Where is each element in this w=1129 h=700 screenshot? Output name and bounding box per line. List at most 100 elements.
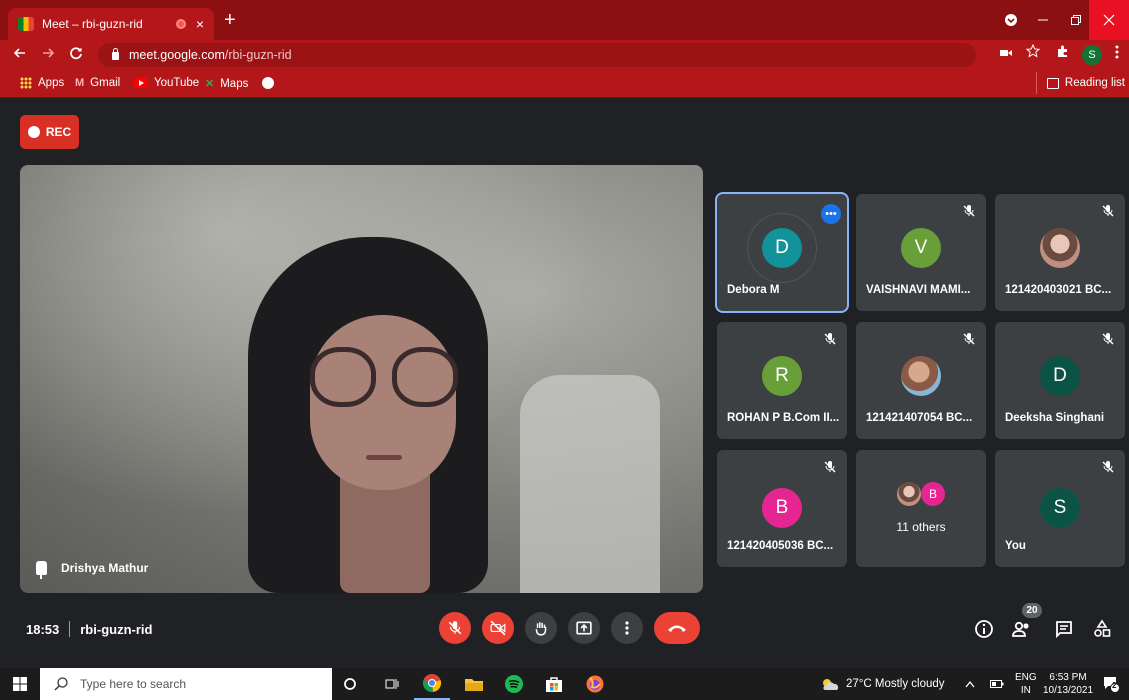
camera-in-use-icon[interactable] (1000, 46, 1012, 61)
start-button[interactable] (0, 668, 40, 700)
participant-tile[interactable]: 121420403021 BC... (995, 194, 1125, 311)
meeting-details: 18:53 rbi-guzn-rid (26, 621, 152, 637)
file-explorer-app[interactable] (456, 668, 492, 700)
profile-photo (897, 482, 921, 506)
new-tab-button[interactable]: + (224, 10, 236, 30)
url-path: /rbi-guzn-rid (224, 48, 292, 62)
firefox-app[interactable] (577, 668, 613, 700)
others-tile[interactable]: B 11 others (856, 450, 986, 567)
battery-tray-icon[interactable] (990, 668, 1004, 700)
mic-toggle-button[interactable] (439, 612, 471, 644)
clock-time: 6:53 PM (1049, 672, 1087, 683)
action-center-button[interactable]: 2 (1102, 668, 1120, 700)
lock-icon (112, 48, 119, 60)
mic-off-icon (963, 205, 975, 217)
task-view-icon (385, 679, 399, 689)
reload-button[interactable] (64, 46, 88, 64)
store-app[interactable] (536, 668, 572, 700)
system-clock[interactable]: 6:53 PM 10/13/2021 (1043, 671, 1093, 697)
url-host: meet.google.com (129, 48, 225, 62)
mic-off-icon (963, 333, 975, 345)
clock-date: 10/13/2021 (1043, 685, 1094, 696)
recording-indicator-icon (175, 19, 186, 29)
participant-tile[interactable]: R ROHAN P B.Com II... (717, 322, 847, 439)
firefox-icon (586, 675, 604, 693)
mic-off-icon (1102, 333, 1114, 345)
spotify-app[interactable] (496, 668, 532, 700)
address-bar[interactable]: meet.google.com/rbi-guzn-rid (98, 43, 976, 67)
notification-count: 2 (1112, 681, 1117, 690)
info-icon[interactable] (974, 619, 994, 639)
raise-hand-button[interactable] (525, 612, 557, 644)
activities-icon[interactable] (1092, 619, 1112, 639)
main-speaker-name: Drishya Mathur (61, 561, 149, 575)
reading-list-label: Reading list (1064, 77, 1125, 89)
bookmark-globe[interactable] (262, 77, 280, 89)
bookmark-youtube[interactable]: YouTube (134, 77, 199, 89)
meeting-time: 18:53 (26, 621, 60, 637)
cortana-button[interactable] (332, 668, 368, 700)
forward-button[interactable] (36, 46, 60, 64)
participant-tile[interactable]: B 121420405036 BC... (717, 450, 847, 567)
windows-taskbar: Type here to search 27°C Mostly cloudy E… (0, 668, 1129, 700)
chat-icon[interactable] (1054, 619, 1074, 639)
meet-favicon-icon (18, 17, 34, 31)
camera-toggle-button[interactable] (482, 612, 514, 644)
participant-tile[interactable]: D Deeksha Singhani (995, 322, 1125, 439)
background-cushion (520, 375, 660, 593)
menu-kebab-icon[interactable] (1115, 45, 1119, 62)
avatar: V (901, 228, 941, 268)
participant-count-badge: 20 (1022, 603, 1042, 618)
participant-name: Debora M (727, 284, 780, 296)
leave-call-button[interactable] (654, 612, 700, 644)
people-icon[interactable] (1012, 619, 1032, 639)
bookmark-label: Gmail (90, 77, 121, 89)
browser-tab-meet[interactable]: Meet – rbi-guzn-rid × (8, 8, 214, 40)
task-view-button[interactable] (374, 668, 410, 700)
others-count: 11 others (896, 520, 946, 534)
bookmark-gmail[interactable]: M Gmail (75, 77, 120, 89)
participant-name: 121420403021 BC... (1005, 284, 1112, 296)
recording-badge[interactable]: REC (20, 115, 79, 149)
chevron-down-icon (1005, 14, 1017, 26)
bookmarks-bar: Apps M Gmail YouTube ✕ Maps (0, 70, 1129, 98)
mic-off-icon (448, 621, 462, 635)
participant-tile[interactable]: V VAISHNAVI MAMI... (856, 194, 986, 311)
more-options-icon[interactable]: ••• (821, 204, 841, 224)
show-hidden-icons[interactable] (965, 668, 975, 700)
back-button[interactable] (8, 46, 32, 64)
more-options-button[interactable] (611, 612, 643, 644)
reading-list-button[interactable]: Reading list (1035, 72, 1125, 94)
present-screen-icon (576, 621, 592, 635)
tab-search-button[interactable] (993, 0, 1029, 40)
minimize-button[interactable] (1025, 0, 1061, 40)
avatar: D (1040, 356, 1080, 396)
participant-name: VAISHNAVI MAMI... (866, 284, 971, 296)
pin-icon[interactable] (36, 561, 47, 579)
cortana-icon (344, 678, 356, 690)
present-screen-button[interactable] (568, 612, 600, 644)
store-bag-icon (546, 677, 562, 692)
language-indicator[interactable]: ENG IN (1015, 671, 1037, 697)
profile-avatar[interactable]: S (1082, 45, 1102, 65)
bookmark-apps[interactable]: Apps (20, 77, 64, 89)
avatar: D (762, 228, 802, 268)
region-code: IN (1020, 685, 1031, 696)
chrome-taskbar-app[interactable] (414, 668, 450, 700)
spotify-icon (505, 675, 523, 693)
tab-close-icon[interactable]: × (196, 16, 204, 32)
self-tile[interactable]: S You (995, 450, 1125, 567)
main-video-tile[interactable] (20, 165, 703, 593)
participant-name: You (1005, 540, 1026, 552)
taskbar-search[interactable]: Type here to search (40, 668, 332, 700)
tab-title: Meet – rbi-guzn-rid (42, 17, 143, 31)
close-window-button[interactable] (1089, 0, 1129, 40)
weather-widget[interactable]: 27°C Mostly cloudy (820, 668, 945, 700)
bookmark-label: Maps (220, 77, 249, 90)
participant-tile[interactable]: 121421407054 BC... (856, 322, 986, 439)
participant-tile[interactable]: D ••• Debora M (717, 194, 847, 311)
extensions-icon[interactable] (1056, 45, 1069, 61)
bookmark-star-icon[interactable] (1025, 43, 1041, 61)
hand-icon (535, 622, 547, 636)
bookmark-maps[interactable]: ✕ Maps (205, 77, 249, 91)
